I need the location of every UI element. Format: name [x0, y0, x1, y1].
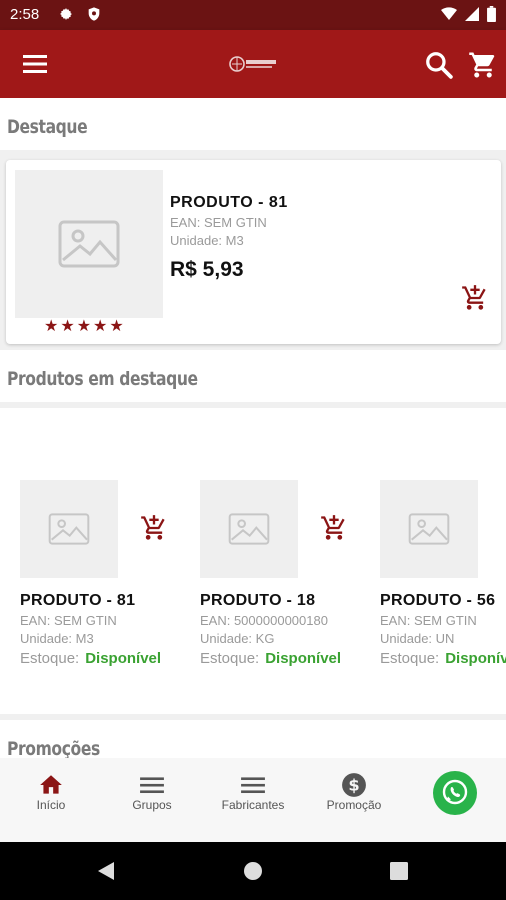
menu-icon[interactable] [22, 52, 48, 76]
list-icon [140, 777, 164, 794]
section-title-featured-products: Produtos em destaque [0, 350, 506, 402]
stock-status: Disponível [265, 650, 342, 667]
product-card[interactable]: PRODUTO - 81 EAN: SEM GTIN Unidade: M3 E… [20, 480, 190, 680]
section-title-highlight: Destaque [0, 98, 506, 150]
system-navigation-bar [0, 842, 506, 900]
app-bar [0, 30, 506, 98]
featured-product-card[interactable]: ★★★★★ PRODUTO - 81 EAN: SEM GTIN Unidade… [6, 160, 501, 344]
add-to-cart-icon[interactable] [140, 514, 168, 542]
recents-icon[interactable] [390, 862, 408, 880]
nav-item-groups[interactable]: Grupos [102, 758, 202, 842]
app-logo [229, 56, 276, 72]
product-name: PRODUTO - 56 [380, 592, 496, 609]
whatsapp-button[interactable] [433, 771, 477, 815]
wifi-icon [441, 7, 457, 20]
product-ean: EAN: SEM GTIN [380, 613, 477, 628]
status-bar: 2:58 [0, 0, 506, 30]
rating-stars: ★★★★★ [44, 318, 126, 335]
nav-item-promotion[interactable]: $ Promoção [304, 758, 404, 842]
stock-status: Disponível [85, 650, 162, 667]
signal-icon [465, 7, 479, 21]
product-ean: EAN: SEM GTIN [20, 613, 117, 628]
image-placeholder-icon [58, 220, 120, 268]
svg-text:$: $ [348, 775, 359, 794]
stock-label: Estoque: [20, 650, 80, 667]
featured-product-ean: EAN: SEM GTIN [170, 215, 267, 230]
battery-icon [487, 6, 496, 22]
product-stock: Estoque: Disponível [380, 650, 506, 667]
featured-product-unit: Unidade: M3 [170, 233, 244, 248]
nav-item-manufacturers[interactable]: Fabricantes [203, 758, 303, 842]
dollar-icon: $ [342, 773, 366, 797]
product-image [380, 480, 478, 578]
product-name: PRODUTO - 81 [20, 592, 136, 609]
nav-label-manufacturers: Fabricantes [221, 798, 285, 812]
nav-label-promotion: Promoção [326, 798, 382, 812]
status-time: 2:58 [10, 6, 40, 23]
stock-label: Estoque: [380, 650, 440, 667]
settings-status-icon [60, 8, 72, 20]
add-to-cart-icon[interactable] [461, 284, 489, 312]
image-placeholder-icon [408, 513, 450, 545]
search-icon[interactable] [424, 50, 454, 80]
product-card[interactable]: PRODUTO - 56 EAN: SEM GTIN Unidade: UN E… [380, 480, 506, 680]
product-stock: Estoque: Disponível [200, 650, 341, 667]
home-icon [40, 775, 62, 794]
add-to-cart-icon[interactable] [320, 514, 348, 542]
product-unit: Unidade: M3 [20, 631, 94, 646]
image-placeholder-icon [48, 513, 90, 545]
image-placeholder-icon [228, 513, 270, 545]
product-stock: Estoque: Disponível [20, 650, 161, 667]
bottom-navigation: Início Grupos Fabricantes $ Promoção [0, 758, 506, 842]
featured-product-price: R$ 5,93 [170, 258, 244, 281]
stock-label: Estoque: [200, 650, 260, 667]
nav-label-home: Início [36, 798, 66, 812]
cart-icon[interactable] [468, 50, 498, 80]
stock-status: Disponível [445, 650, 506, 667]
featured-product-name: PRODUTO - 81 [170, 194, 288, 211]
product-name: PRODUTO - 18 [200, 592, 316, 609]
shield-status-icon [88, 7, 100, 21]
product-card[interactable]: PRODUTO - 18 EAN: 5000000000180 Unidade:… [200, 480, 370, 680]
main-content[interactable]: Destaque ★★★★★ PRODUTO - 81 EAN: SEM GTI… [0, 98, 506, 758]
whatsapp-icon [442, 779, 468, 805]
product-image [200, 480, 298, 578]
list-icon [241, 777, 265, 794]
home-nav-icon[interactable] [244, 862, 262, 880]
back-icon[interactable] [96, 861, 116, 881]
product-image [20, 480, 118, 578]
product-unit: Unidade: UN [380, 631, 455, 646]
nav-label-groups: Grupos [132, 798, 172, 812]
product-ean: EAN: 5000000000180 [200, 613, 328, 628]
featured-product-image [15, 170, 163, 318]
product-unit: Unidade: KG [200, 631, 275, 646]
section-title-promotions: Promoções [0, 720, 506, 758]
nav-item-home[interactable]: Início [1, 758, 101, 842]
